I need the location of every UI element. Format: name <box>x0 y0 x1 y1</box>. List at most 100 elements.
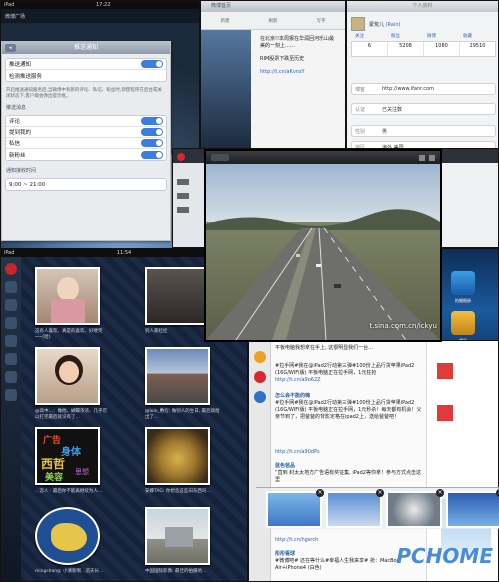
toggle-switch[interactable] <box>141 128 163 136</box>
feed-post[interactable]: http://t.cn/a9o62Z <box>275 377 425 384</box>
search-icon[interactable] <box>5 371 17 383</box>
profile-name: 蒙荒儿 (Rain) <box>369 21 401 28</box>
weibo-logo-icon[interactable] <box>5 263 17 275</box>
field-value[interactable]: http://www.ifanr.com <box>382 86 434 92</box>
page-title: 微博首页 <box>211 3 232 9</box>
logo-tile[interactable] <box>35 507 100 565</box>
mail-icon[interactable] <box>5 335 17 347</box>
field-label: 性别 <box>355 128 366 135</box>
tab-favorites[interactable]: 收藏 <box>463 33 483 41</box>
close-icon[interactable]: × <box>376 489 384 497</box>
user-handle: (Rain) <box>385 22 401 28</box>
tab-followers[interactable]: 粉丝 <box>391 33 411 41</box>
feed-post: 蓝色爸品 “直到 封太太地方广告语有奖征集, iPad2等你拿！参与方式点击这里 <box>275 463 425 484</box>
stat-value: 6 <box>352 42 388 56</box>
feed-post[interactable]: http://t.cn/a90dPs <box>275 449 425 456</box>
feed-post[interactable]: http://t.cn/hgsrch <box>275 537 425 544</box>
panel-title: 推送通知 <box>73 44 98 51</box>
row-time-range[interactable]: 9:00 ~ 21:00 <box>6 179 166 190</box>
message-toggle-group: 评论 提到我的 私信 新粉丝 <box>5 115 167 161</box>
user-icon[interactable] <box>5 353 17 365</box>
menu-icon[interactable] <box>177 179 189 185</box>
airplay-icon[interactable] <box>419 154 425 161</box>
brand-url: www.pchome.net <box>444 568 493 574</box>
photo-tile[interactable] <box>145 347 210 405</box>
photo-tile[interactable] <box>35 347 100 405</box>
post-link[interactable]: http://t.cn/hgsrch <box>275 537 318 543</box>
photo-tile[interactable] <box>145 427 210 485</box>
field-label: 认证 <box>355 106 366 113</box>
done-button[interactable] <box>211 154 229 161</box>
compose-button[interactable]: 写字 <box>317 18 326 24</box>
close-icon[interactable]: × <box>316 489 324 497</box>
post-text: #拉手网#我在@iPad2行动第三弹#100份上品行货苹果iPad2 (16G/… <box>275 363 415 376</box>
at-icon[interactable] <box>5 299 17 311</box>
post-text: 平板电脑我想拿在手上, 这很明显我们一台… <box>275 345 374 351</box>
home-icon[interactable] <box>5 281 17 293</box>
app-icon-photos[interactable]: 相册 <box>451 311 475 343</box>
post-author[interactable]: 蓝色爸品 <box>275 463 425 470</box>
tweet-link[interactable]: http://t.cn/aKvnsY <box>255 66 343 79</box>
weibo-logo-icon[interactable] <box>253 371 266 383</box>
row-label: 新粉丝 <box>9 152 26 159</box>
tweet-text: 在北京!!本周报在华润回河乐山最美的一刻上…… <box>260 36 335 49</box>
refresh-button[interactable]: 刷新 <box>269 18 278 24</box>
row-label: 推送通知 <box>9 62 32 68</box>
post-text: #微博吧# 还在等什么#幸福人生我来享# 抢：MacBook Air+iPhon… <box>275 558 403 571</box>
weibo-home-screen: 微博首页 新建 刷新 写字 在北京!!本周报在华润回河乐山最美的一刻上…… RI… <box>200 0 346 150</box>
toggle-switch[interactable] <box>141 60 163 68</box>
feed-post: #拉手网#我在@iPad2行动第三弹#100份上品行货苹果iPad2 (16G/… <box>275 363 425 377</box>
comment-icon[interactable] <box>5 317 17 329</box>
photo-caption: 中国国际影像: 最佳的拍摄地… <box>145 569 207 574</box>
feed-post: 平板电脑我想拿在手上, 这很明显我们一台… <box>275 345 425 352</box>
row-check-service[interactable]: 检测推送服务 <box>6 70 166 81</box>
user-name: 蒙荒儿 <box>369 22 385 28</box>
chat-icon[interactable] <box>177 207 189 213</box>
post-author[interactable]: 怎么会不能的嗨 <box>275 393 425 400</box>
new-button[interactable]: 新建 <box>221 18 230 24</box>
ad-image[interactable] <box>437 363 453 379</box>
timeline: 在北京!!本周报在华润回河乐山最美的一刻上…… RIM股票下跌至历史 http:… <box>255 33 343 79</box>
row-label: 检测推送服务 <box>9 73 43 80</box>
orange-icon[interactable] <box>253 351 266 363</box>
field-blog: 博客 http://www.ifanr.com <box>351 83 496 95</box>
fish-logo-icon <box>51 523 87 551</box>
row-mentions: 提到我的 <box>6 127 166 138</box>
photo-caption: @高中…：做他、蝴蝶浓浓、几乎可以打完最后就没有了… <box>35 409 107 420</box>
status-time: 11:54 <box>116 250 132 256</box>
toggle-switch[interactable] <box>141 139 163 147</box>
tab-posts[interactable]: 微博 <box>427 33 447 41</box>
photo-tile[interactable] <box>145 267 210 325</box>
thumbnail[interactable]: × <box>266 489 324 528</box>
photo-tile[interactable] <box>145 507 210 565</box>
push-toggle-group: 推送通知 检测推送服务 <box>5 58 167 82</box>
close-icon[interactable]: × <box>436 489 444 497</box>
toggle-switch[interactable] <box>141 117 163 125</box>
app-icon-gallery[interactable]: 拍摄图册 <box>451 271 475 303</box>
fullscreen-icon[interactable] <box>429 154 435 161</box>
highway-video-frame <box>206 164 440 340</box>
home-screen: 拍摄图册 相册 <box>434 248 499 353</box>
back-button[interactable]: ◂ <box>5 44 16 52</box>
thumbnail[interactable]: × <box>446 489 499 528</box>
section-title: 通知接收时间 <box>6 168 37 174</box>
tab-following[interactable]: 关注 <box>355 33 375 41</box>
blue-icon[interactable] <box>253 391 266 403</box>
photo-tile[interactable] <box>35 267 100 325</box>
star-icon[interactable] <box>5 389 17 401</box>
push-panel: ◂ 推送通知 推送通知 检测推送服务 开启推送通知服务后,当微博中有新的评论、私… <box>1 41 171 241</box>
field-label: 博客 <box>355 86 366 93</box>
status-bar: iPad 17:22 <box>1 1 199 9</box>
row-label: 评论 <box>9 119 21 125</box>
toggle-switch[interactable] <box>141 150 163 159</box>
wordcloud-tile[interactable]: 广告 身体 西哲 美容 思想 <box>35 427 100 485</box>
ad-image[interactable] <box>437 405 453 421</box>
thumbnail[interactable]: × <box>326 489 384 528</box>
mail-icon[interactable] <box>177 193 189 199</box>
page-title: 个人资料 <box>347 1 498 12</box>
section-title: 推送消息 <box>6 105 27 111</box>
brand-logo: PCHOME <box>396 544 493 568</box>
post-link[interactable]: http://t.cn/a9o62Z <box>275 377 321 383</box>
post-link[interactable]: http://t.cn/a90dPs <box>275 449 320 455</box>
thumbnail[interactable]: × <box>386 489 444 528</box>
